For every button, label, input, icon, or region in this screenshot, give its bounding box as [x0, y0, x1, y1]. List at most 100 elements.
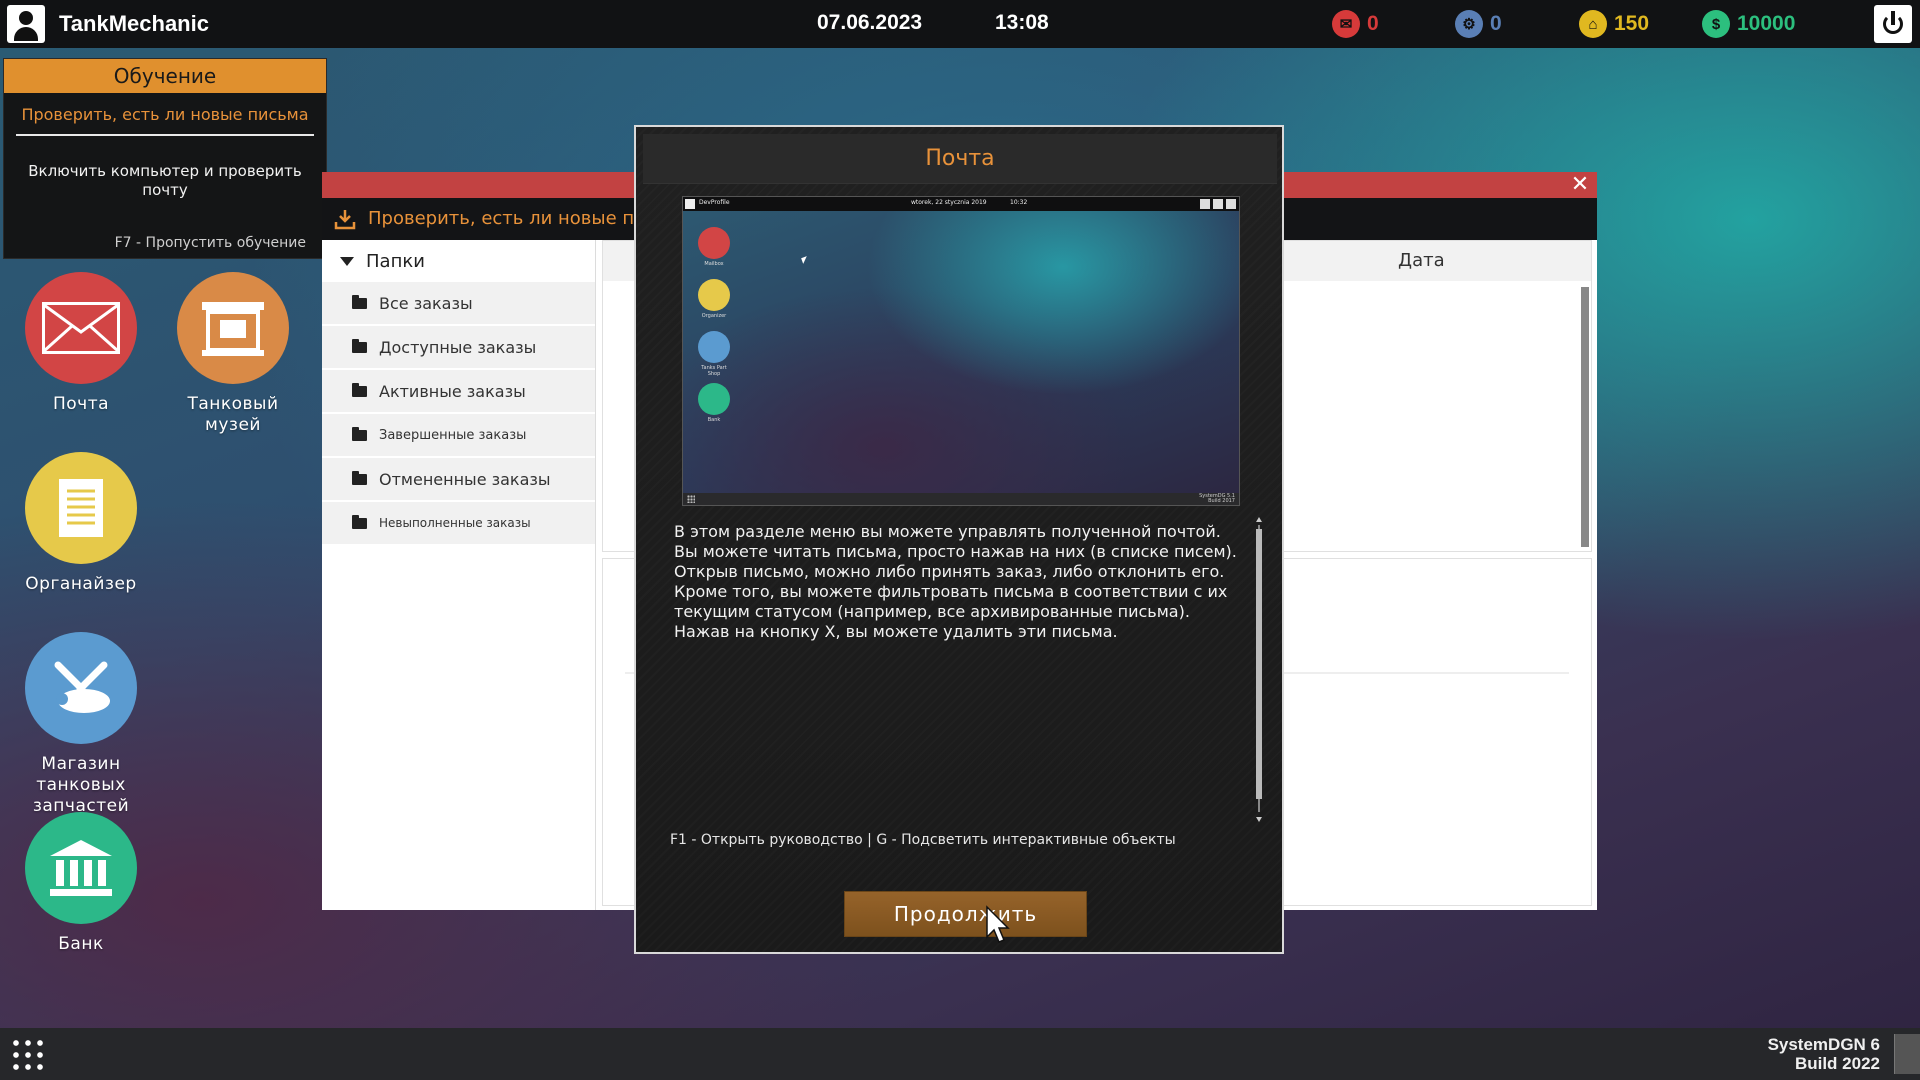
folder-label: Доступные заказы: [379, 337, 537, 357]
desktop-icon-label: Почта: [52, 394, 110, 414]
folder-icon: [352, 426, 367, 441]
user-profile-icon[interactable]: [7, 5, 45, 43]
text-line: Открыв письмо, можно либо принять заказ,…: [674, 562, 1225, 581]
desktop-icon-tank-parts-shop[interactable]: Магазин танковых запчастей: [6, 632, 156, 817]
preview-icon-mailbox: Mailbox: [696, 227, 732, 267]
text-line: Вы можете читать письма, просто нажав на…: [674, 542, 1237, 561]
folder-cancelled-orders[interactable]: Отмененные заказы: [322, 458, 595, 500]
folders-header[interactable]: Папки: [322, 240, 595, 282]
column-header-date[interactable]: Дата: [1398, 250, 1445, 271]
money-amount: 10000: [1737, 12, 1796, 35]
preview-user: DevProfile: [699, 199, 730, 206]
points-counter[interactable]: ⌂ 150: [1579, 10, 1649, 38]
parts-count: 0: [1490, 12, 1502, 35]
preview-date: wtorek, 22 stycznia 2019: [911, 199, 987, 206]
desktop-icon-organizer[interactable]: Органайзер: [6, 452, 156, 595]
preview-icon-shop: Tanks Part Shop: [696, 331, 732, 377]
folder-available-orders[interactable]: Доступные заказы: [322, 326, 595, 368]
taskbar: SystemDGN 6 Build 2022: [0, 1028, 1920, 1080]
mail-counter[interactable]: ✉ 0: [1332, 10, 1379, 38]
modal-hotkey-hint: F1 - Открыть руководство | G - Подсветит…: [670, 832, 1176, 848]
folder-label: Все заказы: [379, 293, 473, 313]
desktop-icon-mail[interactable]: Почта: [6, 272, 156, 415]
desktop-icon-label: Танковый музей: [187, 394, 279, 435]
system-build: Build 2022: [1794, 1054, 1880, 1073]
folders-header-label: Папки: [366, 250, 425, 272]
scroll-thumb[interactable]: [1256, 529, 1262, 799]
preview-power-icon: [1226, 199, 1236, 209]
folder-label: Отмененные заказы: [379, 469, 551, 489]
continue-button[interactable]: Продолжить: [844, 891, 1087, 937]
folder-icon: [352, 294, 367, 309]
system-name: SystemDGN 6: [1767, 1035, 1880, 1054]
desktop-icon-bank[interactable]: Банк: [6, 812, 156, 955]
app-menu-icon[interactable]: [10, 1037, 46, 1073]
tutorial-task: Проверить, есть ли новые письма: [16, 105, 314, 136]
top-bar: TankMechanic 07.06.2023 13:08 ✉ 0 ⚙ 0 ⌂ …: [0, 0, 1920, 48]
tank-parts-icon: [25, 632, 137, 744]
text-line: текущим статусом (например, все архивиро…: [674, 602, 1190, 621]
collapse-triangle-icon: [340, 256, 354, 266]
preview-icon-label: Tanks Part Shop: [701, 365, 727, 377]
text-line: Нажав на кнопку X, вы можете удалить эти…: [674, 622, 1118, 641]
mail-list-scrollbar[interactable]: [1581, 287, 1589, 547]
points-count: 150: [1614, 12, 1650, 35]
envelope-icon: ✉: [1332, 10, 1360, 38]
preview-system-info: SystemDG 5.1 Build 2017: [1199, 494, 1235, 504]
folder-icon: [352, 338, 367, 353]
scroll-up-icon[interactable]: [1256, 517, 1262, 522]
time-display: 13:08: [995, 11, 1049, 34]
bank-icon: [698, 383, 730, 415]
folder-label: Невыполненные заказы: [379, 516, 531, 530]
preview-icon-bank: Bank: [696, 383, 732, 423]
tutorial-description: Включить компьютер и проверить почту: [28, 162, 302, 199]
folder-active-orders[interactable]: Активные заказы: [322, 370, 595, 412]
museum-points-icon: ⌂: [1579, 10, 1607, 38]
preview-settings-icon: [1213, 199, 1223, 209]
date-display: 07.06.2023: [817, 11, 923, 34]
preview-sound-icon: [1200, 199, 1210, 209]
envelope-icon: [698, 227, 730, 259]
app-title: TankMechanic: [59, 11, 209, 36]
modal-title: Почта: [643, 134, 1277, 184]
wrench-icon: ⚙: [1455, 10, 1483, 38]
preview-icon-label: Mailbox: [704, 261, 724, 267]
bank-icon: [25, 812, 137, 924]
modal-scrollbar[interactable]: [1256, 517, 1262, 822]
preview-icon-label: Bank: [707, 417, 721, 423]
dollar-icon: $: [1702, 10, 1730, 38]
desktop-icon-label: Банк: [58, 934, 104, 954]
preview-icon-organizer: Organizer: [696, 279, 732, 319]
folder-icon: [352, 470, 367, 485]
envelope-icon: [25, 272, 137, 384]
scroll-down-icon[interactable]: [1256, 817, 1262, 822]
show-desktop-button[interactable]: [1894, 1034, 1920, 1074]
mail-count: 0: [1367, 12, 1379, 35]
close-icon[interactable]: ✕: [1569, 174, 1591, 196]
preview-build: Build 2017: [1208, 498, 1235, 504]
desktop-icon-label: Магазин танковых запчастей: [32, 754, 130, 816]
text-line: Кроме того, вы можете фильтровать письма…: [674, 582, 1228, 601]
desktop-icon-tank-museum[interactable]: Танковый музей: [158, 272, 308, 436]
modal-body-text: В этом разделе меню вы можете управлять …: [674, 522, 1254, 642]
folder-all-orders[interactable]: Все заказы: [322, 282, 595, 324]
system-info: SystemDGN 6 Build 2022: [1768, 1035, 1880, 1073]
mouse-cursor-icon: [986, 905, 1010, 943]
folder-label: Завершенные заказы: [379, 427, 527, 443]
parts-counter[interactable]: ⚙ 0: [1455, 10, 1502, 38]
preview-menu-icon: [687, 495, 695, 503]
notepad-icon: [25, 452, 137, 564]
download-icon[interactable]: [334, 208, 356, 230]
preview-avatar-icon: [685, 199, 695, 209]
folder-completed-orders[interactable]: Завершенные заказы: [322, 414, 595, 456]
tutorial-modal: Почта DevProfile wtorek, 22 stycznia 201…: [634, 125, 1284, 954]
tutorial-panel: Обучение Проверить, есть ли новые письма…: [3, 58, 327, 259]
folder-failed-orders[interactable]: Невыполненные заказы: [322, 502, 595, 544]
tutorial-skip-hint[interactable]: F7 - Пропустить обучение: [115, 235, 306, 251]
money-counter[interactable]: $ 10000: [1702, 10, 1795, 38]
folder-icon: [352, 382, 367, 397]
preview-topbar: DevProfile wtorek, 22 stycznia 2019 10:3…: [683, 197, 1239, 211]
folder-icon: [352, 514, 367, 529]
power-button[interactable]: [1874, 5, 1912, 43]
tutorial-preview-image: DevProfile wtorek, 22 stycznia 2019 10:3…: [682, 196, 1240, 506]
